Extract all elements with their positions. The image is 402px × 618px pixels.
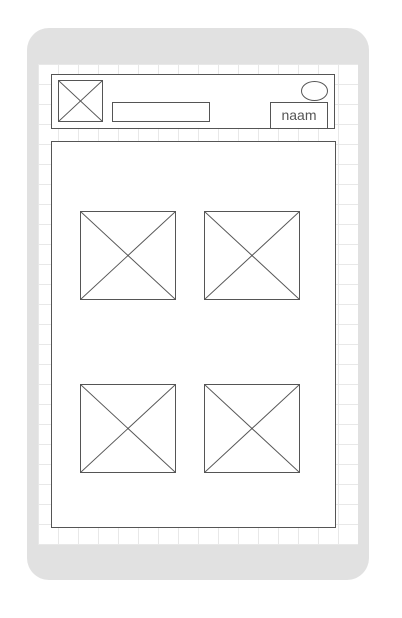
image-placeholder-icon[interactable] — [204, 384, 300, 473]
avatar[interactable] — [301, 81, 328, 101]
logo-placeholder-icon[interactable] — [58, 80, 103, 122]
search-input[interactable] — [112, 102, 210, 122]
image-placeholder-icon[interactable] — [80, 211, 176, 300]
image-placeholder-icon[interactable] — [80, 384, 176, 473]
user-name-label[interactable]: naam — [270, 102, 328, 129]
image-placeholder-icon[interactable] — [204, 211, 300, 300]
